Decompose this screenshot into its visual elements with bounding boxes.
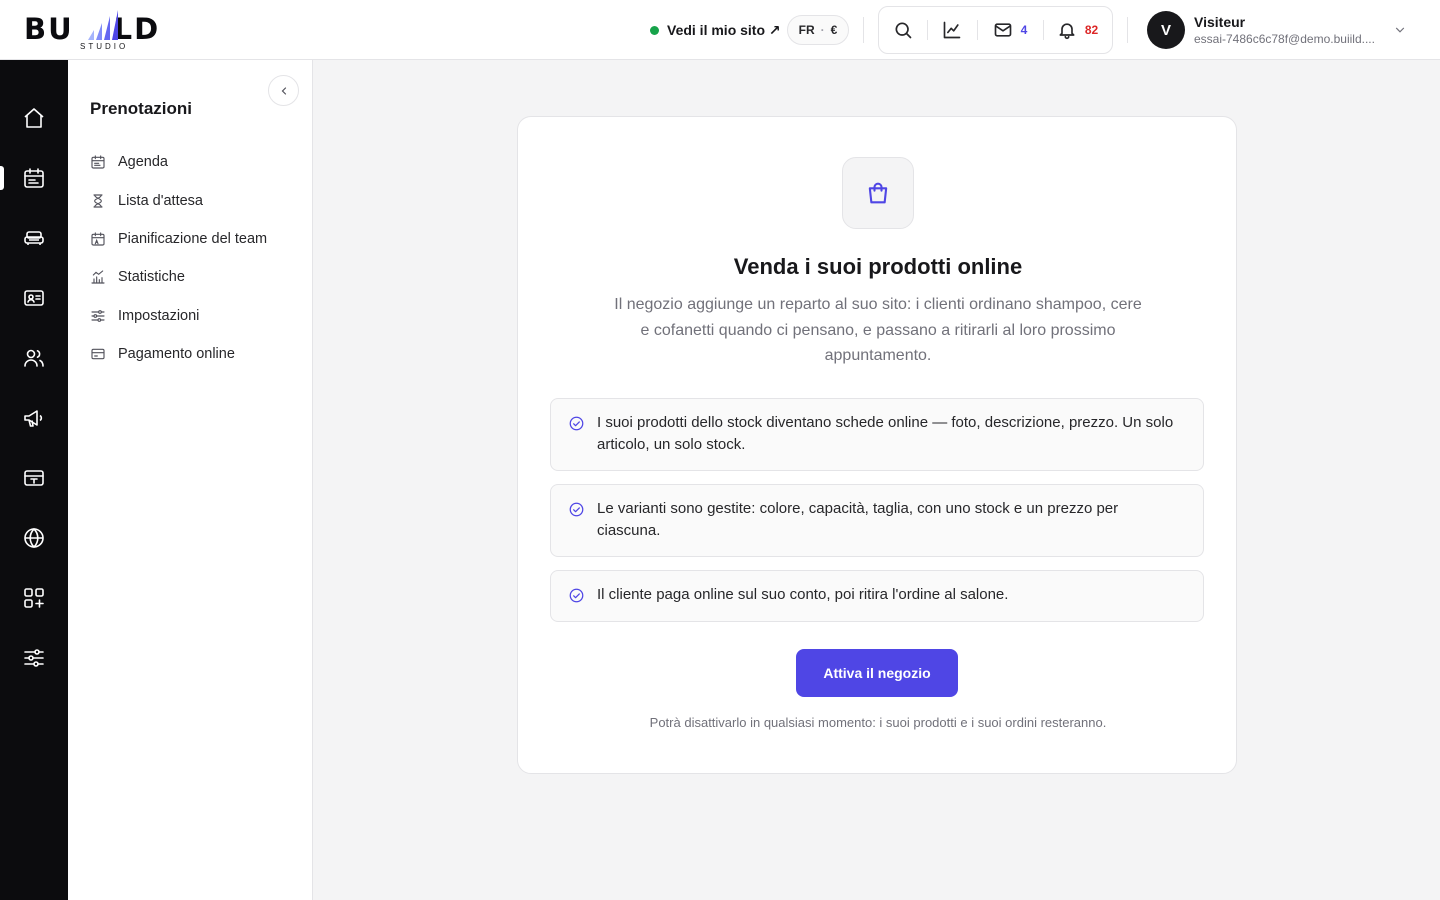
search-icon	[895, 22, 912, 39]
logo-bars-icon	[88, 10, 118, 40]
megaphone-icon	[24, 410, 43, 427]
site-status-dot	[650, 25, 659, 35]
header-divider	[863, 17, 864, 43]
sliders-icon	[24, 649, 44, 667]
feature-item: Le varianti sono gestite: colore, capaci…	[550, 484, 1204, 557]
logo-text-left: BU	[24, 12, 74, 46]
header-tools: 4 82	[878, 6, 1113, 54]
sidebar-item-label: Pianificazione del team	[118, 230, 268, 247]
chevron-left-icon	[281, 86, 286, 95]
currency-symbol: €	[830, 23, 838, 37]
home-icon	[24, 108, 44, 128]
chart-line-icon	[943, 21, 961, 39]
chart-bar-icon	[91, 270, 105, 284]
language-code: FR	[798, 23, 815, 37]
register-icon	[24, 470, 44, 486]
check-circle-icon	[569, 502, 584, 517]
nav-marketing[interactable]	[0, 396, 68, 440]
messages-button[interactable]: 4	[977, 6, 1043, 54]
hourglass-icon	[93, 194, 103, 208]
calendar-user-icon	[91, 232, 105, 246]
header-divider	[1127, 17, 1128, 43]
nav-website[interactable]	[0, 516, 68, 560]
mail-icon	[994, 23, 1011, 37]
view-site-link[interactable]: Vedi il mio sito ↗	[650, 19, 781, 41]
sidebar-item-label: Lista d'attesa	[118, 192, 203, 209]
check-circle-icon	[569, 416, 584, 431]
page-description: Il negozio aggiunge un reparto al suo si…	[614, 296, 1142, 364]
sliders-icon	[91, 309, 105, 322]
shop-activation-card: Venda i suoi prodotti online Il negozio …	[517, 116, 1237, 774]
notifications-count: 82	[1084, 23, 1099, 37]
nav-home[interactable]	[0, 96, 68, 140]
sidebar-item-statistics[interactable]: Statistiche	[90, 258, 300, 296]
footnote-text: Potrà disattivarlo in qualsiasi momento:…	[649, 715, 1107, 730]
calendar-icon	[24, 168, 44, 188]
nav-services[interactable]	[0, 216, 68, 260]
nav-team[interactable]	[0, 336, 68, 380]
logo-subtitle: STUDIO	[80, 42, 129, 51]
page-title: Venda i suoi prodotti online	[733, 254, 1023, 279]
sidebar-item-label: Statistiche	[118, 269, 185, 286]
sidebar-title: Prenotazioni	[90, 99, 193, 118]
apps-icon	[24, 588, 44, 608]
feature-text: Le varianti sono gestite: colore, capaci…	[597, 500, 1119, 539]
feature-text: Il cliente paga online sul suo conto, po…	[597, 586, 1009, 603]
language-currency-selector[interactable]: FR · €	[787, 15, 849, 45]
user-email: essai-7486c6c78f@demo.buiild....	[1194, 31, 1375, 46]
sidebar-item-label: Agenda	[118, 154, 168, 171]
globe-icon	[24, 527, 44, 549]
nav-clients[interactable]	[0, 276, 68, 320]
nav-bookings[interactable]	[0, 156, 68, 200]
feature-item: I suoi prodotti dello stock diventano sc…	[550, 398, 1204, 471]
sidebar-item-label: Pagamento online	[118, 346, 235, 363]
analytics-button[interactable]	[927, 6, 977, 54]
user-info: Visiteur essai-7486c6c78f@demo.buiild...…	[1194, 14, 1389, 47]
sidebar-item-waitlist[interactable]: Lista d'attesa	[90, 181, 300, 219]
avatar: V	[1147, 11, 1185, 49]
bell-icon	[1059, 23, 1075, 40]
chevron-down-icon	[1395, 27, 1405, 33]
activate-shop-button[interactable]: Attiva il negozio	[796, 649, 958, 697]
main-nav-rail	[0, 60, 68, 900]
user-menu[interactable]: V Visiteur essai-7486c6c78f@demo.buiild.…	[1147, 11, 1427, 49]
notifications-button[interactable]: 82	[1043, 6, 1112, 54]
sidebar-item-team-planning[interactable]: Pianificazione del team	[90, 220, 300, 258]
contact-card-icon	[24, 290, 44, 306]
shop-icon-tile	[842, 157, 914, 229]
feature-item: Il cliente paga online sul suo conto, po…	[550, 570, 1204, 622]
sidebar-item-label: Impostazioni	[118, 307, 200, 324]
search-button[interactable]	[879, 6, 927, 54]
sofa-icon	[24, 231, 44, 245]
nav-apps[interactable]	[0, 576, 68, 620]
sidebar-item-agenda[interactable]: Agenda	[90, 143, 300, 181]
calendar-icon	[91, 155, 105, 169]
credit-card-icon	[91, 348, 105, 360]
brand-logo[interactable]: BU LD STUDIO	[24, 8, 184, 52]
view-site-label: Vedi il mio sito ↗	[667, 21, 781, 38]
user-name: Visiteur	[1194, 13, 1246, 30]
sidebar-menu: Agenda Lista d'attesa Pianificazione del…	[90, 143, 300, 373]
nav-register[interactable]	[0, 456, 68, 500]
collapse-sidebar-button[interactable]	[268, 75, 299, 106]
check-circle-icon	[569, 588, 584, 603]
sidebar-item-settings[interactable]: Impostazioni	[90, 297, 300, 335]
sidebar-item-online-payment[interactable]: Pagamento online	[90, 335, 300, 373]
bookings-sidebar: Prenotazioni Agenda Lista d'attesa Piani…	[68, 60, 313, 900]
users-icon	[24, 349, 44, 367]
nav-settings[interactable]	[0, 636, 68, 680]
shopping-bag-icon	[868, 182, 888, 204]
messages-count: 4	[1020, 23, 1028, 37]
feature-text: I suoi prodotti dello stock diventano sc…	[597, 414, 1174, 453]
top-bar: BULD STUDIO Vedi il mio sito ↗ FR · € 4	[0, 0, 1440, 60]
language-separator: ·	[820, 23, 825, 37]
